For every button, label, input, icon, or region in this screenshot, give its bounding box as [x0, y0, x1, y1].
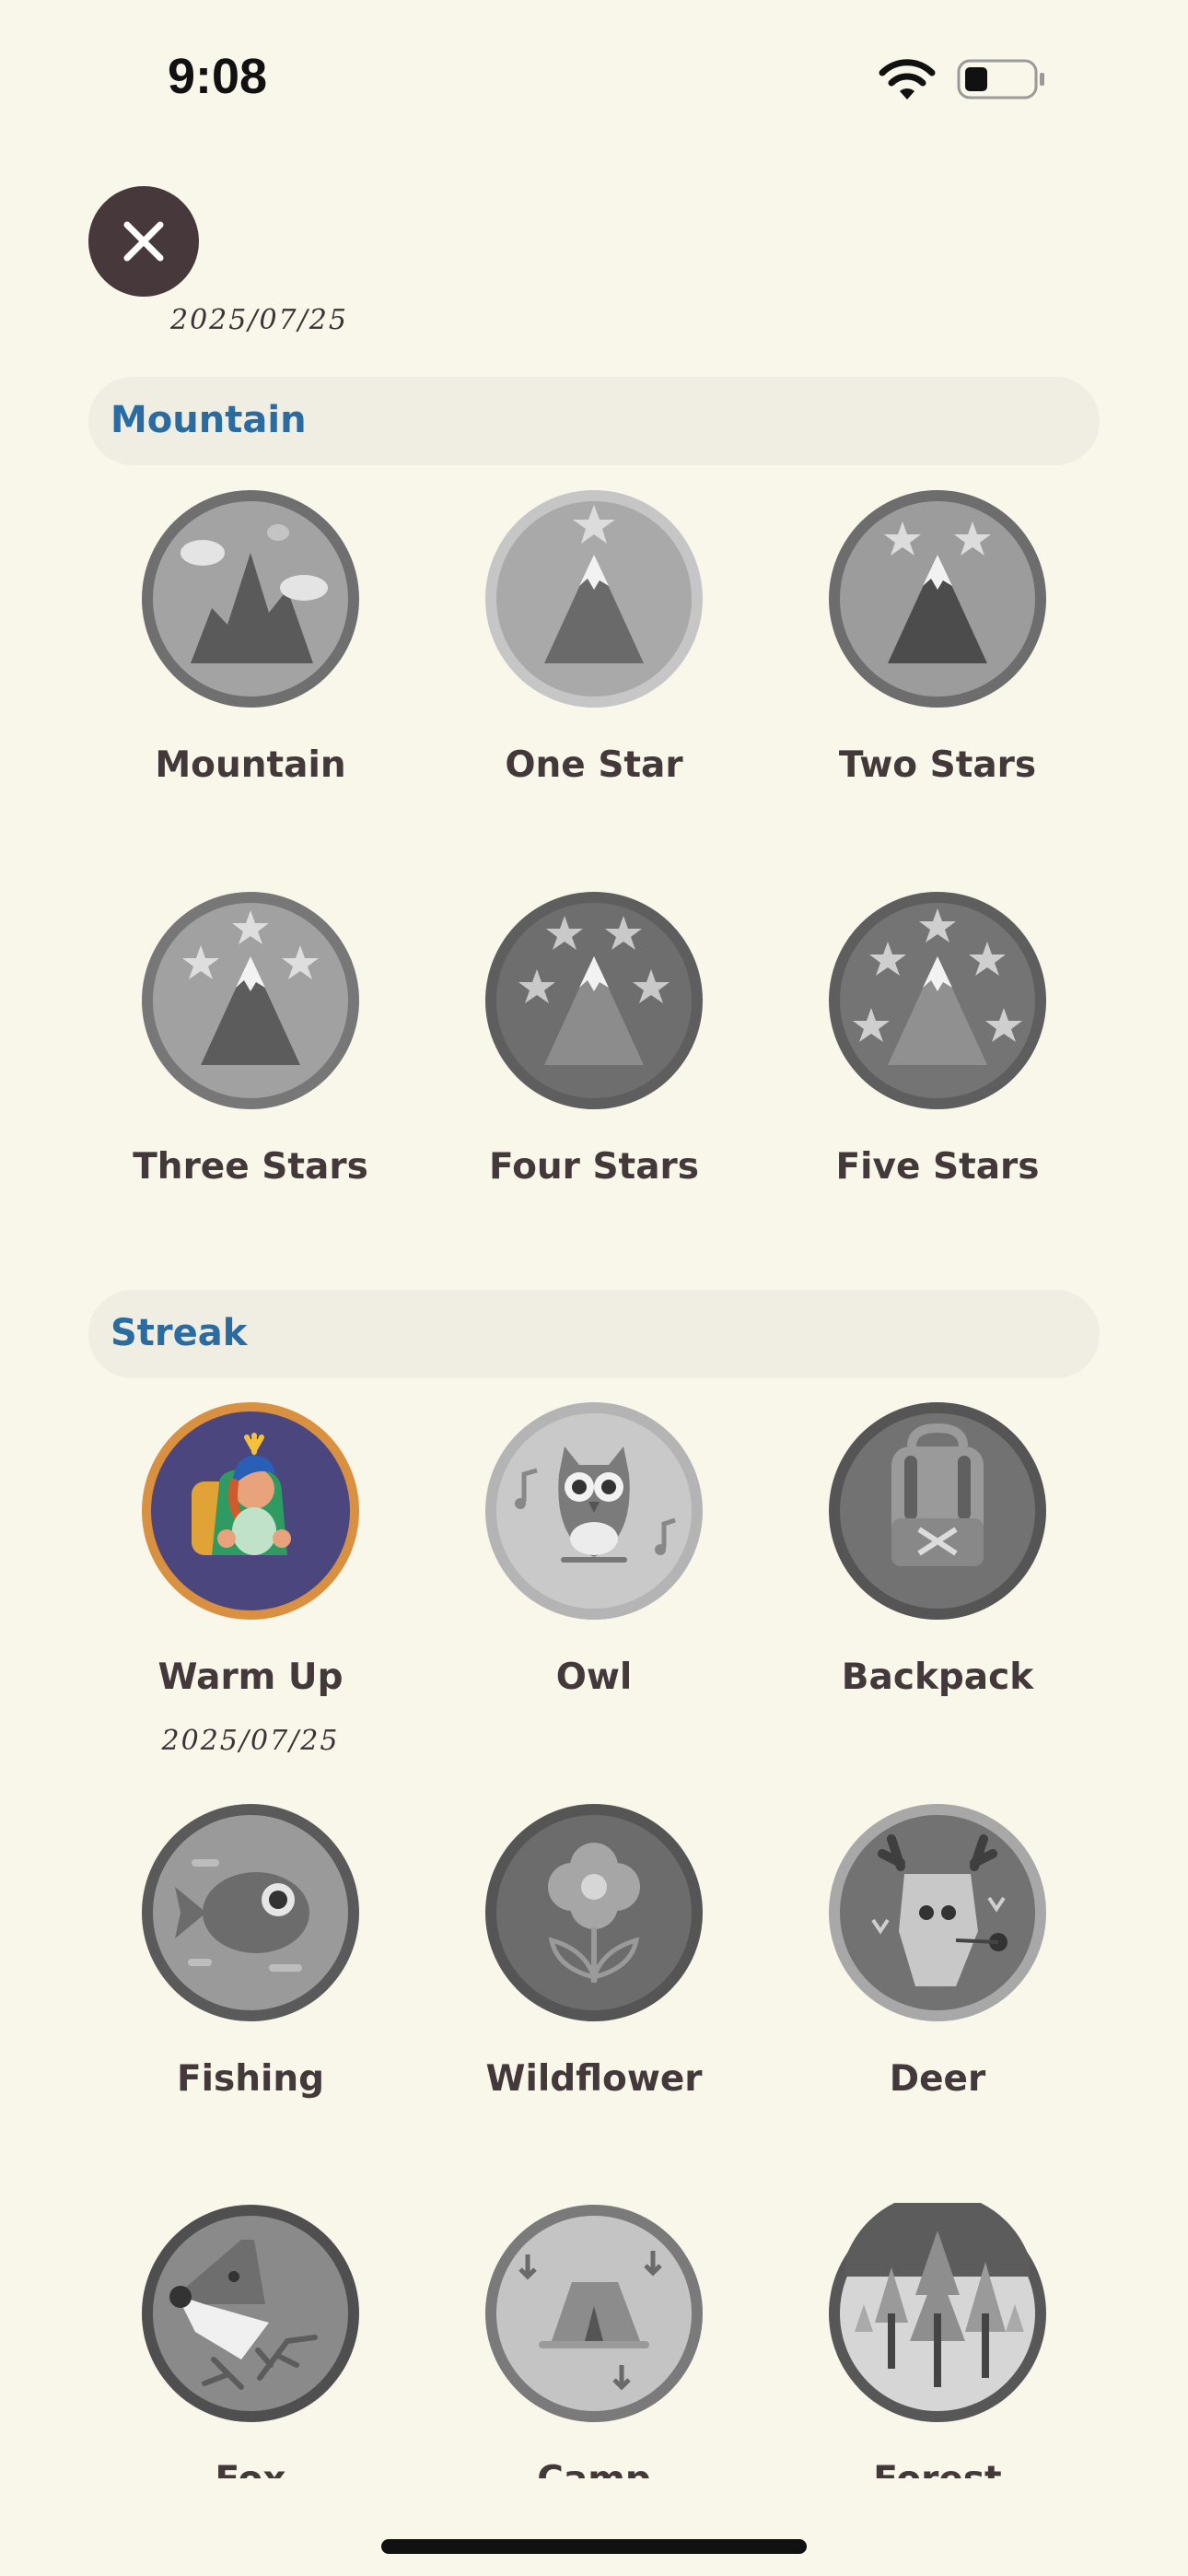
- badge-label: Owl: [555, 1657, 633, 1698]
- badge-label: Warm Up: [157, 1657, 344, 1698]
- badge-wildflower[interactable]: Wildflower: [423, 1802, 765, 2134]
- badge-label: Backpack: [841, 1657, 1034, 1698]
- badge-backpack[interactable]: Backpack: [766, 1400, 1109, 1732]
- mountain-clouds-icon: [140, 488, 361, 709]
- close-button[interactable]: [88, 186, 199, 297]
- status-bar: 9:08: [0, 0, 1188, 147]
- badge-label: Three Stars: [133, 1146, 368, 1188]
- section-title: Mountain: [111, 399, 307, 441]
- forest-icon: [827, 2203, 1048, 2424]
- badge-label: Deer: [889, 2058, 986, 2100]
- badge-five-stars[interactable]: Five Stars: [766, 890, 1109, 1222]
- badge-four-stars[interactable]: Four Stars: [423, 890, 765, 1222]
- section-title: Streak: [111, 1312, 248, 1354]
- mountain-five-stars-icon: [827, 890, 1048, 1111]
- home-indicator: [381, 2539, 807, 2554]
- header-date: 2025/07/25: [170, 304, 348, 336]
- flower-icon: [483, 1802, 705, 2023]
- badge-label: Two Stars: [838, 744, 1037, 786]
- mountain-one-star-icon: [483, 488, 705, 709]
- badge-two-stars[interactable]: Two Stars: [766, 488, 1109, 820]
- badge-label: Wildflower: [485, 2058, 703, 2100]
- badge-label: Four Stars: [489, 1146, 699, 1188]
- badge-label: Fishing: [176, 2058, 325, 2100]
- backpack-icon: [827, 1400, 1048, 1622]
- badge-label: Five Stars: [835, 1146, 1040, 1188]
- badge-date: 2025/07/25: [161, 1725, 340, 1757]
- battery-icon: [956, 57, 1048, 101]
- badge-label: Mountain: [155, 744, 346, 786]
- tent-icon: [483, 2203, 705, 2424]
- hiker-icon: [140, 1400, 361, 1622]
- wifi-icon: [875, 57, 939, 103]
- badge-deer[interactable]: Deer: [766, 1802, 1109, 2134]
- section-header-streak: Streak: [88, 1290, 1100, 1378]
- mountain-three-stars-icon: [140, 890, 361, 1111]
- badge-fishing[interactable]: Fishing: [79, 1802, 422, 2134]
- fox-icon: [140, 2203, 361, 2424]
- section-header-mountain: Mountain: [88, 377, 1100, 465]
- deer-icon: [827, 1802, 1048, 2023]
- fish-icon: [140, 1802, 361, 2023]
- status-time: 9:08: [168, 49, 268, 104]
- close-icon: [123, 221, 164, 262]
- mountain-four-stars-icon: [483, 890, 705, 1111]
- badge-warm-up[interactable]: Warm Up 2025/07/25: [79, 1400, 422, 1757]
- owl-icon: [483, 1400, 705, 1622]
- bottom-safe-area: [0, 2478, 1188, 2576]
- badge-three-stars[interactable]: Three Stars: [79, 890, 422, 1222]
- mountain-two-stars-icon: [827, 488, 1048, 709]
- badge-owl[interactable]: Owl: [423, 1400, 765, 1732]
- badge-mountain[interactable]: Mountain: [79, 488, 422, 820]
- badge-label: One Star: [505, 744, 683, 786]
- badge-one-star[interactable]: One Star: [423, 488, 765, 820]
